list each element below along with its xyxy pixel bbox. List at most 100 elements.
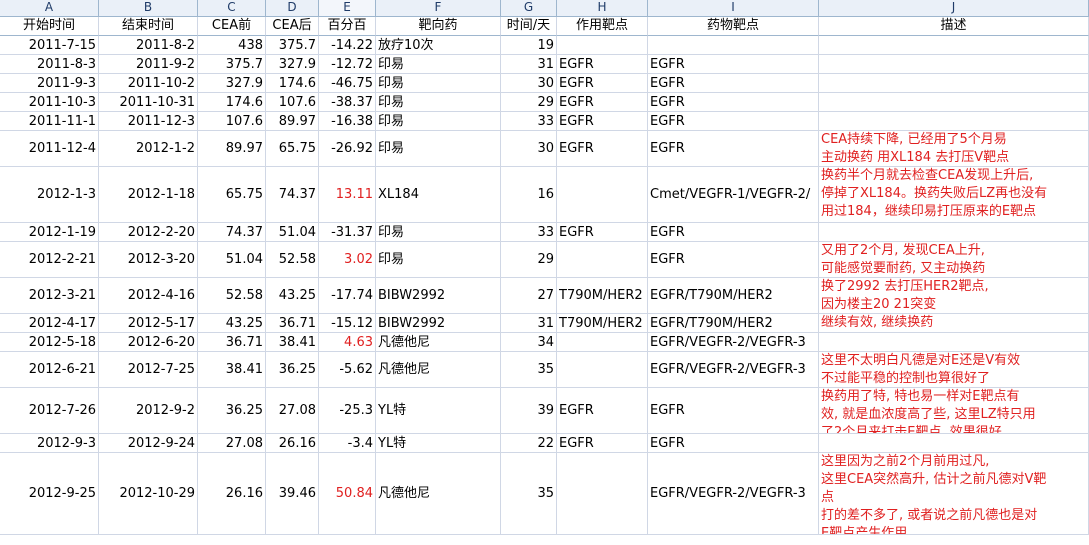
cell-desc[interactable]: 这里因为之前2个月前用过凡, 这里CEA突然高升, 估计之前凡德对V靶 点 打的… xyxy=(819,453,1089,535)
cell-target[interactable]: EGFR xyxy=(557,131,648,167)
cell-target[interactable]: EGFR xyxy=(557,388,648,434)
column-header-f[interactable]: F xyxy=(376,0,501,17)
cell-target[interactable] xyxy=(557,333,648,352)
cell-drug[interactable]: YL特 xyxy=(376,388,501,434)
title-cell-c[interactable]: CEA前 xyxy=(198,17,266,36)
cell-cea-after[interactable]: 27.08 xyxy=(266,388,319,434)
cell-drug-target[interactable]: EGFR/T790M/HER2 xyxy=(648,314,819,333)
cell-percent[interactable]: 3.02 xyxy=(319,242,376,278)
cell-days[interactable]: 33 xyxy=(501,112,557,131)
cell-cea-after[interactable]: 375.7 xyxy=(266,36,319,55)
cell-end[interactable]: 2012-7-25 xyxy=(99,352,198,388)
column-header-e[interactable]: E xyxy=(319,0,376,17)
cell-target[interactable]: EGFR xyxy=(557,112,648,131)
cell-target[interactable] xyxy=(557,242,648,278)
title-cell-d[interactable]: CEA后 xyxy=(266,17,319,36)
cell-start[interactable]: 2011-11-1 xyxy=(0,112,99,131)
cell-desc[interactable]: 换药半个月就去检查CEA发现上升后, 停掉了XL184。换药失败后LZ再也没有 … xyxy=(819,167,1089,223)
cell-percent[interactable]: -14.22 xyxy=(319,36,376,55)
cell-cea-before[interactable]: 26.16 xyxy=(198,453,266,535)
cell-drug[interactable]: 凡德他尼 xyxy=(376,453,501,535)
cell-end[interactable]: 2011-12-3 xyxy=(99,112,198,131)
cell-cea-after[interactable]: 89.97 xyxy=(266,112,319,131)
title-cell-b[interactable]: 结束时间 xyxy=(99,17,198,36)
cell-target[interactable]: EGFR xyxy=(557,434,648,453)
cell-cea-after[interactable]: 107.6 xyxy=(266,93,319,112)
cell-percent[interactable]: -31.37 xyxy=(319,223,376,242)
cell-drug-target[interactable]: EGFR/VEGFR-2/VEGFR-3 xyxy=(648,453,819,535)
cell-desc[interactable] xyxy=(819,36,1089,55)
cell-desc[interactable] xyxy=(819,74,1089,93)
cell-cea-after[interactable]: 51.04 xyxy=(266,223,319,242)
cell-end[interactable]: 2012-9-2 xyxy=(99,388,198,434)
cell-percent[interactable]: -15.12 xyxy=(319,314,376,333)
cell-desc[interactable]: 又用了2个月, 发现CEA上升, 可能感觉要耐药, 又主动换药 xyxy=(819,242,1089,278)
cell-days[interactable]: 19 xyxy=(501,36,557,55)
cell-start[interactable]: 2011-7-15 xyxy=(0,36,99,55)
cell-desc[interactable]: CEA持续下降, 已经用了5个月易 主动换药 用XL184 去打压V靶点 xyxy=(819,131,1089,167)
title-cell-f[interactable]: 靶向药 xyxy=(376,17,501,36)
title-cell-i[interactable]: 药物靶点 xyxy=(648,17,819,36)
cell-days[interactable]: 35 xyxy=(501,453,557,535)
cell-end[interactable]: 2012-3-20 xyxy=(99,242,198,278)
cell-percent[interactable]: 4.63 xyxy=(319,333,376,352)
cell-drug-target[interactable]: EGFR xyxy=(648,131,819,167)
cell-days[interactable]: 33 xyxy=(501,223,557,242)
cell-drug-target[interactable]: EGFR/VEGFR-2/VEGFR-3 xyxy=(648,352,819,388)
cell-desc[interactable] xyxy=(819,55,1089,74)
cell-cea-after[interactable]: 36.71 xyxy=(266,314,319,333)
cell-start[interactable]: 2011-12-4 xyxy=(0,131,99,167)
cell-days[interactable]: 30 xyxy=(501,74,557,93)
cell-end[interactable]: 2012-1-2 xyxy=(99,131,198,167)
cell-start[interactable]: 2011-10-3 xyxy=(0,93,99,112)
cell-cea-after[interactable]: 65.75 xyxy=(266,131,319,167)
cell-end[interactable]: 2012-1-18 xyxy=(99,167,198,223)
column-header-b[interactable]: B xyxy=(99,0,198,17)
cell-target[interactable]: EGFR xyxy=(557,93,648,112)
cell-start[interactable]: 2011-9-3 xyxy=(0,74,99,93)
cell-desc[interactable] xyxy=(819,223,1089,242)
cell-drug[interactable]: 印易 xyxy=(376,131,501,167)
cell-drug[interactable]: 印易 xyxy=(376,112,501,131)
cell-target[interactable]: T790M/HER2 xyxy=(557,278,648,314)
cell-cea-before[interactable]: 36.25 xyxy=(198,388,266,434)
cell-days[interactable]: 29 xyxy=(501,242,557,278)
cell-cea-after[interactable]: 74.37 xyxy=(266,167,319,223)
cell-end[interactable]: 2012-9-24 xyxy=(99,434,198,453)
cell-days[interactable]: 34 xyxy=(501,333,557,352)
cell-days[interactable]: 31 xyxy=(501,314,557,333)
cell-end[interactable]: 2011-9-2 xyxy=(99,55,198,74)
column-header-j[interactable]: J xyxy=(819,0,1089,17)
cell-end[interactable]: 2012-4-16 xyxy=(99,278,198,314)
cell-cea-before[interactable]: 36.71 xyxy=(198,333,266,352)
cell-drug-target[interactable]: EGFR xyxy=(648,55,819,74)
cell-cea-after[interactable]: 43.25 xyxy=(266,278,319,314)
cell-desc[interactable]: 换药用了特, 特也易一样对E靶点有 效, 就是血浓度高了些, 这里LZ特只用 了… xyxy=(819,388,1089,434)
cell-drug-target[interactable]: EGFR xyxy=(648,74,819,93)
cell-days[interactable]: 29 xyxy=(501,93,557,112)
cell-drug-target[interactable]: EGFR/T790M/HER2 xyxy=(648,278,819,314)
cell-days[interactable]: 27 xyxy=(501,278,557,314)
cell-drug[interactable]: 印易 xyxy=(376,242,501,278)
cell-percent[interactable]: -38.37 xyxy=(319,93,376,112)
cell-cea-before[interactable]: 27.08 xyxy=(198,434,266,453)
cell-start[interactable]: 2012-1-19 xyxy=(0,223,99,242)
cell-end[interactable]: 2011-10-2 xyxy=(99,74,198,93)
cell-target[interactable] xyxy=(557,36,648,55)
cell-drug[interactable]: 凡德他尼 xyxy=(376,333,501,352)
cell-drug[interactable]: BIBW2992 xyxy=(376,278,501,314)
cell-drug[interactable]: 印易 xyxy=(376,93,501,112)
cell-percent[interactable]: 13.11 xyxy=(319,167,376,223)
cell-target[interactable]: EGFR xyxy=(557,223,648,242)
cell-start[interactable]: 2012-7-26 xyxy=(0,388,99,434)
cell-drug[interactable]: 凡德他尼 xyxy=(376,352,501,388)
cell-cea-before[interactable]: 38.41 xyxy=(198,352,266,388)
column-header-h[interactable]: H xyxy=(557,0,648,17)
cell-drug-target[interactable] xyxy=(648,36,819,55)
column-header-d[interactable]: D xyxy=(266,0,319,17)
cell-target[interactable] xyxy=(557,352,648,388)
cell-drug[interactable]: 印易 xyxy=(376,74,501,93)
cell-percent[interactable]: -17.74 xyxy=(319,278,376,314)
column-header-a[interactable]: A xyxy=(0,0,99,17)
cell-drug-target[interactable]: EGFR xyxy=(648,93,819,112)
